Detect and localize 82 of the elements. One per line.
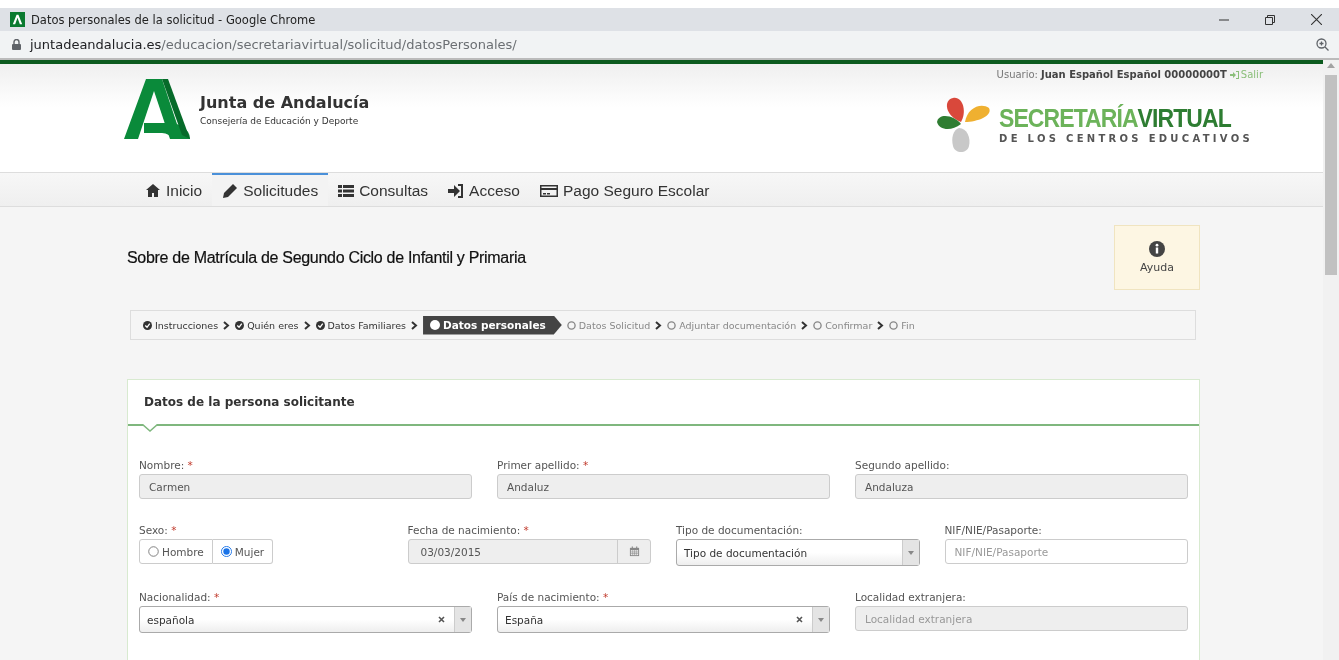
select-field[interactable]: España bbox=[497, 606, 830, 633]
nav-tab[interactable]: Consultas bbox=[328, 173, 439, 206]
logout-icon bbox=[1229, 70, 1239, 79]
signin-icon bbox=[448, 182, 465, 199]
radio-icon[interactable] bbox=[220, 546, 232, 557]
required-mark: * bbox=[602, 591, 609, 603]
brand-subtitle: DE LOS CENTROS EDUCATIVOS bbox=[999, 133, 1253, 144]
required-mark: * bbox=[187, 459, 193, 471]
circle-icon bbox=[430, 320, 441, 330]
clear-icon[interactable] bbox=[438, 616, 445, 623]
circle-outline-icon bbox=[889, 320, 899, 330]
nav-tab[interactable]: Solicitudes bbox=[212, 173, 329, 206]
caret-icon[interactable] bbox=[460, 617, 466, 622]
info-icon bbox=[1149, 241, 1165, 257]
close-icon[interactable] bbox=[1310, 14, 1322, 25]
required-mark: * bbox=[583, 459, 589, 471]
step-item: Fin bbox=[889, 319, 915, 331]
radio-icon[interactable] bbox=[148, 546, 159, 557]
step-item: Datos Familiares bbox=[315, 319, 407, 331]
select-field[interactable]: española bbox=[139, 606, 472, 633]
brand-word: VIRTUAL bbox=[1137, 104, 1231, 133]
required-mark: * bbox=[171, 524, 177, 536]
chevron-icon bbox=[877, 320, 885, 330]
field-label: Nombre: bbox=[139, 459, 185, 471]
step-item: Adjuntar documentación bbox=[667, 319, 797, 331]
nav-tab[interactable]: Pago Seguro Escolar bbox=[529, 173, 720, 206]
org-name: Junta de Andalucía bbox=[200, 92, 370, 112]
help-button[interactable]: Ayuda bbox=[1114, 225, 1200, 290]
window-title: Datos personales de la solicitud - Google Chrome bbox=[31, 12, 317, 27]
required-mark: * bbox=[214, 591, 220, 603]
field-label: Primer apellido: bbox=[497, 459, 580, 471]
scrollbar-thumb[interactable] bbox=[1325, 75, 1337, 275]
panel-title: Datos de la persona solicitante bbox=[144, 395, 355, 409]
caret-icon[interactable] bbox=[907, 550, 914, 555]
zoom-icon[interactable] bbox=[1316, 38, 1329, 51]
clear-icon[interactable] bbox=[796, 616, 803, 623]
field-label: Segundo apellido: bbox=[855, 459, 950, 471]
list-icon bbox=[338, 182, 355, 199]
step-item: Datos Solicitud bbox=[566, 319, 651, 331]
chevron-icon bbox=[223, 320, 231, 330]
check-circle-icon bbox=[235, 320, 245, 330]
radio-option[interactable]: Hombre bbox=[139, 539, 213, 564]
check-circle-icon bbox=[143, 320, 152, 330]
text-field[interactable]: NIF/NIE/Pasaporte bbox=[944, 539, 1188, 564]
step-item: Datos personales bbox=[423, 315, 562, 335]
step-item: Instrucciones bbox=[143, 319, 219, 331]
radio-option[interactable]: Mujer bbox=[212, 539, 274, 564]
org-subtitle: Consejería de Educación y Deporte bbox=[200, 115, 360, 126]
junta-logo-icon bbox=[124, 79, 190, 139]
field-label: Localidad extranjera: bbox=[855, 591, 966, 603]
field-label: Tipo de documentación: bbox=[676, 524, 803, 536]
circle-outline-icon bbox=[566, 320, 576, 330]
field-label: Fecha de nacimiento: bbox=[407, 524, 521, 536]
required-mark: * bbox=[523, 524, 529, 536]
caret-icon[interactable] bbox=[818, 617, 824, 622]
circle-outline-icon bbox=[667, 320, 677, 330]
field-label: País de nacimiento: bbox=[497, 591, 600, 603]
chevron-icon bbox=[303, 320, 311, 330]
step-item: Quién eres bbox=[235, 319, 299, 331]
brand-word: SECRETARÍA bbox=[999, 104, 1138, 133]
lock-icon bbox=[12, 39, 21, 50]
chevron-icon bbox=[411, 320, 419, 330]
select-field[interactable]: Tipo de documentación bbox=[676, 539, 920, 566]
step-item: Confirmar bbox=[813, 319, 873, 331]
app-icon bbox=[10, 12, 25, 27]
field-label: NIF/NIE/Pasaporte: bbox=[944, 524, 1042, 536]
nav-tab[interactable]: Inicio bbox=[135, 173, 213, 206]
user-label: Usuario: bbox=[996, 69, 1038, 80]
chevron-icon bbox=[655, 320, 663, 330]
pencil-icon bbox=[222, 182, 239, 199]
scroll-up-icon[interactable] bbox=[1327, 63, 1335, 68]
field-label: Sexo: bbox=[139, 524, 168, 536]
home-icon bbox=[145, 182, 161, 199]
check-circle-icon bbox=[315, 320, 325, 330]
nav-tab[interactable]: Acceso bbox=[438, 173, 530, 206]
card-icon bbox=[539, 182, 558, 199]
circle-outline-icon bbox=[813, 320, 823, 330]
user-name: Juan Español Español 00000000T bbox=[1041, 69, 1227, 80]
restore-icon[interactable] bbox=[1265, 14, 1275, 25]
field-label: Nacionalidad: bbox=[139, 591, 211, 603]
page-title: Sobre de Matrícula de Segundo Ciclo de Infantil y Primaria bbox=[127, 248, 526, 267]
chevron-icon bbox=[801, 320, 809, 330]
